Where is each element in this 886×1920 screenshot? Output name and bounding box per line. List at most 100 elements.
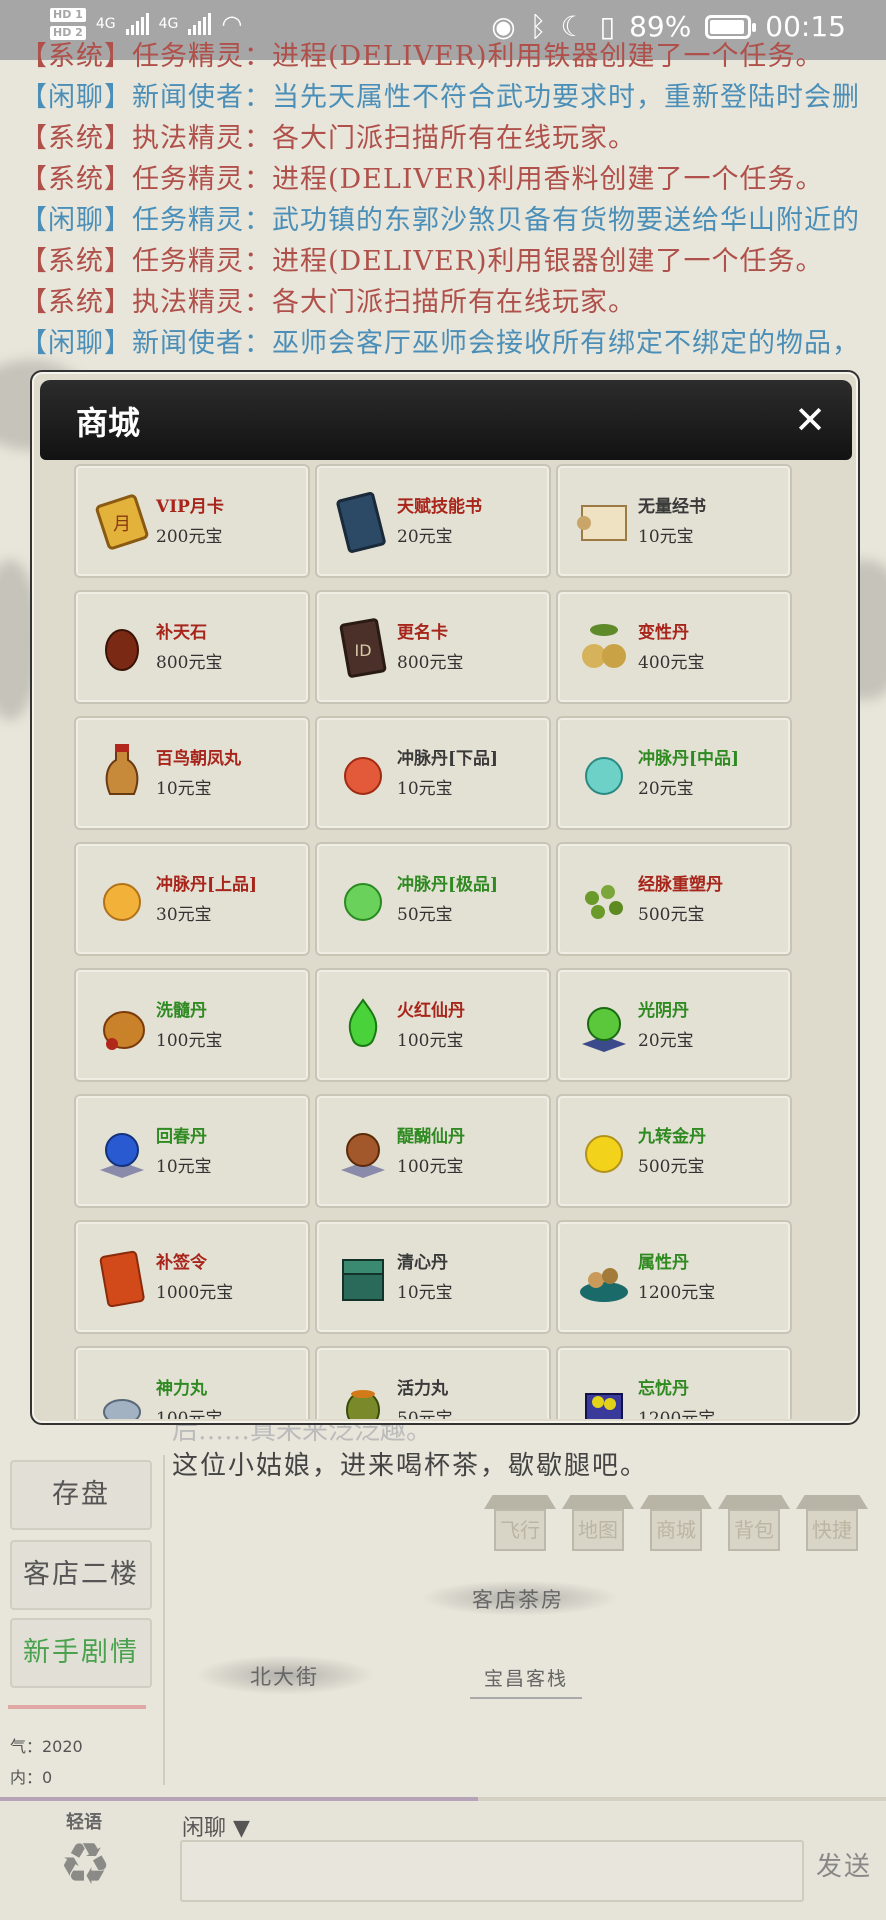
newbie-story-button[interactable]: 新手剧情 (10, 1618, 152, 1688)
chat-line: 【系统】任务精灵：进程(DELIVER)利用铁器创建了一个任务。 (20, 41, 824, 72)
shop-item[interactable]: 天赋技能书 20元宝 (315, 464, 551, 578)
shop-item-name: 回春丹 (156, 1127, 207, 1147)
shop-item-price: 20元宝 (638, 779, 694, 799)
map-sign-button[interactable]: 地图 (562, 1495, 634, 1561)
shop-item-price: 1000元宝 (156, 1283, 234, 1303)
shop-item-name: 更名卡 (397, 623, 448, 643)
shop-item-name: 冲脉丹[极品] (397, 875, 499, 895)
shop-item[interactable]: 无量经书 10元宝 (556, 464, 792, 578)
vip-card-icon: 月 (94, 490, 150, 554)
shop-item[interactable]: 冲脉丹[下品] 10元宝 (315, 716, 551, 830)
shop-item[interactable]: 补签令 1000元宝 (74, 1220, 310, 1334)
room-current: 宝昌客栈 (470, 1664, 583, 1699)
shortcut-sign-button[interactable]: 快捷 (796, 1495, 868, 1561)
bowl-icon (94, 1372, 150, 1419)
shop-item-price: 50元宝 (397, 905, 453, 925)
shop-item[interactable]: 变性丹 400元宝 (556, 590, 792, 704)
bag-sign-button[interactable]: 背包 (718, 1495, 790, 1561)
exp-progress-bar (0, 1797, 886, 1801)
network-type-2: 4G (158, 16, 179, 32)
shop-item-name: 忘忧丹 (638, 1379, 689, 1399)
green-pill-icon (335, 868, 391, 932)
shop-item[interactable]: 冲脉丹[中品] 20元宝 (556, 716, 792, 830)
shop-item-price: 500元宝 (638, 1157, 705, 1177)
shop-item[interactable]: 清心丹 10元宝 (315, 1220, 551, 1334)
shop-item[interactable]: 冲脉丹[上品] 30元宝 (74, 842, 310, 956)
shop-item-name: VIP月卡 (156, 497, 224, 517)
shop-item[interactable]: 忘忧丹 1200元宝 (556, 1346, 792, 1419)
chat-line: 【系统】执法精灵：各大门派扫描所有在线玩家。 (20, 287, 636, 318)
shop-sign-button[interactable]: 商城 (640, 1495, 712, 1561)
gold-pill-icon (576, 1120, 632, 1184)
chat-line: 【系统】任务精灵：进程(DELIVER)利用银器创建了一个任务。 (20, 246, 824, 277)
shop-item[interactable]: 洗髓丹 100元宝 (74, 968, 310, 1082)
pouch-icon (94, 994, 150, 1058)
shop-item-price: 1200元宝 (638, 1409, 716, 1419)
shop-item[interactable]: 活力丸 50元宝 (315, 1346, 551, 1419)
shop-item-price: 400元宝 (638, 653, 705, 673)
shop-item-price: 100元宝 (156, 1031, 223, 1051)
modal-header: 商城 ✕ (40, 380, 852, 460)
shop-item-name: 神力丸 (156, 1379, 207, 1399)
shop-item-price: 10元宝 (638, 527, 694, 547)
red-pill-icon (335, 742, 391, 806)
blue-orb-icon (94, 1120, 150, 1184)
shop-item-name: 变性丹 (638, 623, 689, 643)
shop-item[interactable]: 百鸟朝凤丸 10元宝 (74, 716, 310, 830)
save-button[interactable]: 存盘 (10, 1460, 152, 1530)
chat-line: 【闲聊】任务精灵：武功镇的东郭沙煞贝备有货物要送给华山附近的 (20, 205, 860, 236)
shop-item-name: 活力丸 (397, 1379, 448, 1399)
rename-card-icon: ID (335, 616, 391, 680)
room-north[interactable]: 客店茶房 (472, 1584, 564, 1614)
shop-item-price: 20元宝 (638, 1031, 694, 1051)
shop-item-name: 属性丹 (638, 1253, 689, 1273)
close-button[interactable]: ✕ (792, 401, 828, 439)
shop-item[interactable]: 属性丹 1200元宝 (556, 1220, 792, 1334)
shop-item[interactable]: 回春丹 10元宝 (74, 1094, 310, 1208)
chat-input[interactable] (180, 1840, 804, 1902)
send-button[interactable]: 发送 (816, 1846, 872, 1883)
shop-item[interactable]: 光阴丹 20元宝 (556, 968, 792, 1082)
vase-icon (94, 742, 150, 806)
shop-item[interactable]: 月 VIP月卡 200元宝 (74, 464, 310, 578)
chat-channel-select[interactable]: 闲聊 ▼ (182, 1810, 250, 1842)
chat-line: 【系统】执法精灵：各大门派扫描所有在线玩家。 (20, 123, 636, 154)
hp-bar (8, 1705, 146, 1709)
inn-upstairs-button[interactable]: 客店二楼 (10, 1540, 152, 1610)
recycle-icon[interactable]: ♻ (52, 1834, 118, 1894)
nei-stat: 内：0 (10, 1768, 53, 1787)
divider (163, 1455, 165, 1785)
shop-item[interactable]: 经脉重塑丹 500元宝 (556, 842, 792, 956)
shop-item[interactable]: 醍醐仙丹 100元宝 (315, 1094, 551, 1208)
cyan-pill-icon (576, 742, 632, 806)
shop-item-name: 火红仙丹 (397, 1001, 465, 1021)
red-scroll-icon (94, 1246, 150, 1310)
shop-item-price: 20元宝 (397, 527, 453, 547)
shop-item-name: 补天石 (156, 623, 207, 643)
shop-item[interactable]: 冲脉丹[极品] 50元宝 (315, 842, 551, 956)
svg-text:ID: ID (354, 641, 371, 660)
brown-orb-icon (335, 1120, 391, 1184)
tray-icon (576, 1246, 632, 1310)
stone-icon (94, 616, 150, 680)
shop-item-name: 无量经书 (638, 497, 706, 517)
shop-item[interactable]: 九转金丹 500元宝 (556, 1094, 792, 1208)
room-west[interactable]: 北大街 (250, 1661, 319, 1691)
shop-item-price: 500元宝 (638, 905, 705, 925)
chat-log[interactable]: 【系统】任务精灵：进程(DELIVER)利用铁器创建了一个任务。 【闲聊】新闻使… (20, 41, 886, 364)
shop-item-name: 冲脉丹[上品] (156, 875, 258, 895)
shop-item-grid[interactable]: 月 VIP月卡 200元宝 天赋技能书 20元宝 无量经书 10元宝 补天石 800元宝 ID 更名… (74, 464, 826, 1419)
shop-item[interactable]: 火红仙丹 100元宝 (315, 968, 551, 1082)
shop-item[interactable]: 神力丸 100元宝 (74, 1346, 310, 1419)
shop-item-price: 100元宝 (397, 1157, 464, 1177)
shop-item[interactable]: 补天石 800元宝 (74, 590, 310, 704)
shop-item-price: 30元宝 (156, 905, 212, 925)
fly-sign-button[interactable]: 飞行 (484, 1495, 556, 1561)
wifi-icon: ◠ (221, 10, 243, 38)
shop-item-name: 补签令 (156, 1253, 207, 1273)
svg-text:月: 月 (113, 514, 131, 535)
story-text: 这位小姑娘，进来喝杯茶，歇歇腿吧。 (172, 1451, 649, 1481)
shop-item[interactable]: ID 更名卡 800元宝 (315, 590, 551, 704)
shop-item-name: 经脉重塑丹 (638, 875, 723, 895)
scroll-icon (576, 490, 632, 554)
